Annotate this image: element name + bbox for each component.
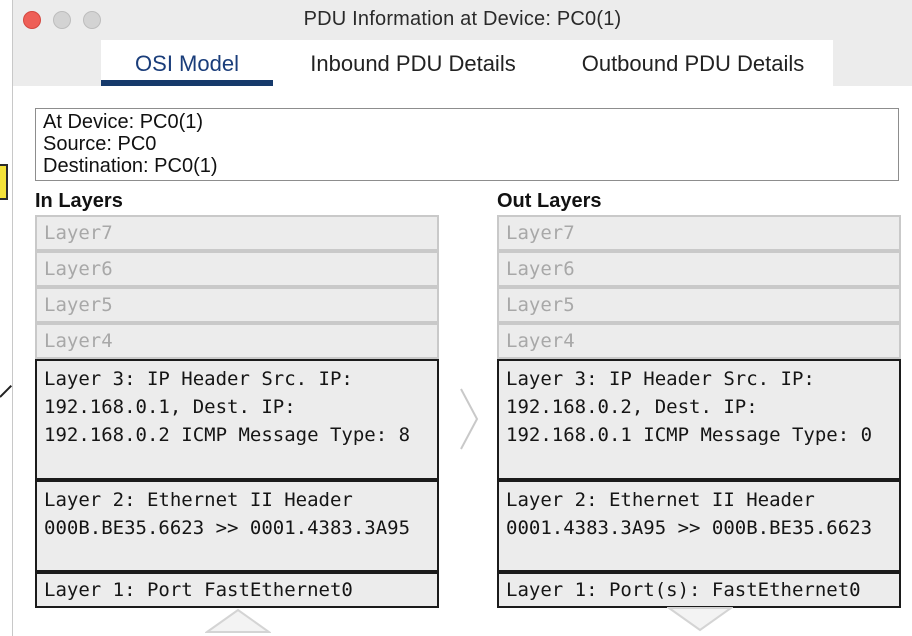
tab-label: Outbound PDU Details — [581, 51, 805, 76]
title-bar: PDU Information at Device: PC0(1) — [13, 0, 912, 40]
out-layers-list: Layer7 Layer6 Layer5 Layer4 Layer 3: IP … — [497, 215, 901, 608]
tab-bar-filler — [833, 40, 912, 86]
in-layer-3[interactable]: Layer 3: IP Header Src. IP: 192.168.0.1,… — [35, 359, 439, 480]
osi-model-panel: At Device: PC0(1) Source: PC0 Destinatio… — [13, 86, 912, 636]
tab-label: OSI Model — [135, 51, 239, 76]
in-layer-1[interactable]: Layer 1: Port FastEthernet0 — [35, 572, 439, 608]
chevron-down-icon[interactable] — [667, 606, 733, 634]
device-label: At Device: PC0(1) — [43, 111, 204, 133]
out-layer-7[interactable]: Layer7 — [497, 215, 901, 251]
out-layer-5[interactable]: Layer5 — [497, 287, 901, 323]
in-layer-2[interactable]: Layer 2: Ethernet II Header 000B.BE35.66… — [35, 480, 439, 572]
out-layer-3[interactable]: Layer 3: IP Header Src. IP: 192.168.0.2,… — [497, 359, 901, 480]
in-layer-5[interactable]: Layer5 — [35, 287, 439, 323]
out-layer-2[interactable]: Layer 2: Ethernet II Header 0001.4383.3A… — [497, 480, 901, 572]
in-layer-4[interactable]: Layer4 — [35, 323, 439, 359]
source-label: Source: PC0 — [43, 133, 157, 155]
pdu-info-window: PDU Information at Device: PC0(1) OSI Mo… — [12, 0, 912, 636]
tab-bar: OSI Model Inbound PDU Details Outbound P… — [101, 40, 833, 86]
pdu-info-box: At Device: PC0(1) Source: PC0 Destinatio… — [35, 108, 899, 181]
destination-label: Destination: PC0(1) — [43, 155, 218, 177]
background-workspace — [0, 0, 13, 636]
in-layer-6[interactable]: Layer6 — [35, 251, 439, 287]
chevron-up-icon[interactable] — [205, 606, 271, 634]
in-layers-title: In Layers — [35, 190, 123, 212]
out-layers-title: Out Layers — [497, 190, 602, 212]
chevron-right-icon[interactable] — [458, 386, 480, 452]
window-title: PDU Information at Device: PC0(1) — [303, 8, 622, 30]
out-layer-6[interactable]: Layer6 — [497, 251, 901, 287]
in-layers-list: Layer7 Layer6 Layer5 Layer4 Layer 3: IP … — [35, 215, 439, 608]
tab-osi-model[interactable]: OSI Model — [101, 40, 273, 86]
out-layer-1[interactable]: Layer 1: Port(s): FastEthernet0 — [497, 572, 901, 608]
tab-inbound-pdu-details[interactable]: Inbound PDU Details — [287, 40, 539, 86]
tab-label: Inbound PDU Details — [310, 51, 516, 76]
out-layer-4[interactable]: Layer4 — [497, 323, 901, 359]
in-layer-7[interactable]: Layer7 — [35, 215, 439, 251]
workspace-marker — [0, 164, 8, 200]
workspace-link-line — [0, 384, 13, 398]
tab-outbound-pdu-details[interactable]: Outbound PDU Details — [563, 40, 823, 86]
